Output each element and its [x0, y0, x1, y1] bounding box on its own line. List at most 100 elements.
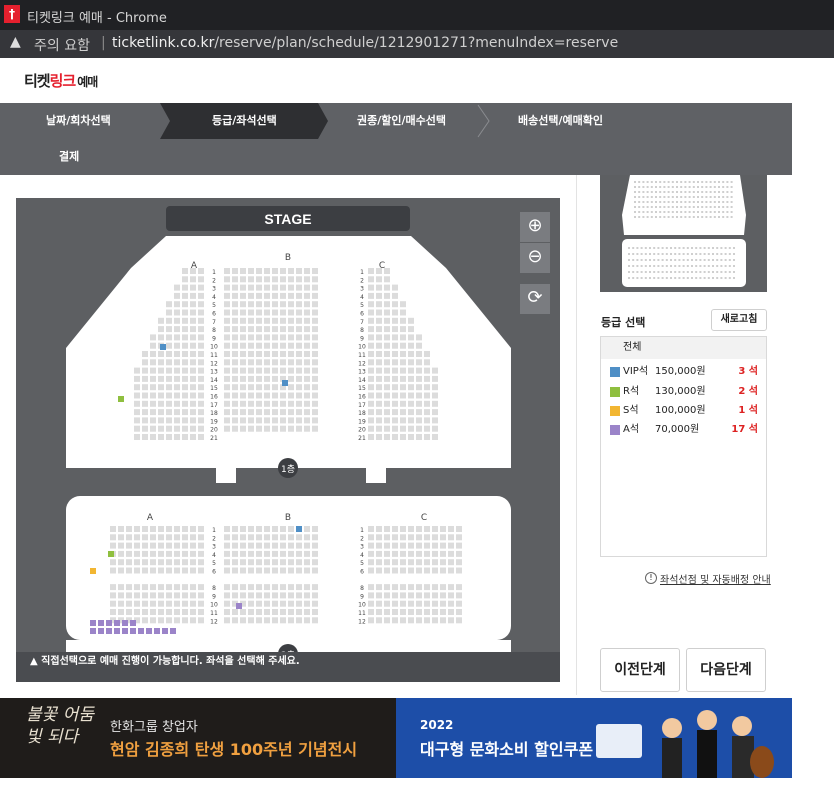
seat	[456, 600, 462, 607]
seat	[384, 292, 390, 299]
grade-row-a[interactable]: A석 70,000원 17 석	[601, 421, 766, 439]
seat	[198, 284, 204, 291]
seat	[384, 400, 390, 407]
seat	[296, 542, 302, 549]
refresh-button[interactable]: 새로고침	[711, 309, 767, 331]
seat	[182, 567, 188, 574]
seat	[240, 326, 246, 333]
seat	[376, 317, 382, 324]
seat	[448, 542, 454, 549]
seat-map[interactable]: STAGE 1층 2층 ABC1122334455667788991010111…	[16, 198, 560, 682]
seat	[190, 276, 196, 283]
seat	[432, 550, 438, 557]
seat	[280, 326, 286, 333]
seat	[272, 284, 278, 291]
seat	[126, 609, 132, 615]
seat	[392, 317, 398, 324]
seat	[118, 559, 124, 566]
warning-icon[interactable]: ▲	[10, 34, 21, 50]
seat	[150, 425, 156, 432]
seat	[190, 392, 196, 399]
zoom-in-icon[interactable]: ⊕	[520, 212, 550, 242]
seat	[232, 268, 238, 274]
grade-row-r[interactable]: R석 130,000원 2 석	[601, 383, 766, 401]
grade-count: 3 석	[738, 366, 758, 377]
zoom-out-icon[interactable]: ⊖	[520, 243, 550, 273]
seat	[456, 617, 462, 624]
seat	[150, 392, 156, 399]
seat	[190, 559, 196, 566]
seat	[280, 559, 286, 566]
seat	[240, 425, 246, 432]
mini-map[interactable]	[600, 175, 767, 292]
next-step-button[interactable]: 다음단계	[686, 648, 766, 692]
seat	[166, 317, 172, 324]
security-status[interactable]: 주의 요함	[34, 35, 90, 55]
row-label: 5	[360, 302, 364, 309]
seat	[432, 584, 438, 591]
seat	[224, 417, 230, 424]
refresh-icon[interactable]: ⟳	[520, 284, 550, 314]
seat	[408, 434, 414, 440]
seat	[224, 609, 230, 615]
seat	[158, 375, 164, 382]
seat	[158, 326, 164, 333]
seat	[240, 567, 246, 574]
seat	[368, 559, 374, 566]
seat	[280, 317, 286, 324]
seat	[264, 425, 270, 432]
prev-step-button[interactable]: 이전단계	[600, 648, 680, 692]
seat	[224, 276, 230, 283]
seat	[232, 550, 238, 557]
seat	[224, 409, 230, 416]
seat	[408, 600, 414, 607]
logo-part1: 티켓	[24, 72, 51, 90]
grade-row-vip[interactable]: VIP석 150,000원 3 석	[601, 363, 766, 381]
seat	[170, 628, 176, 634]
seat	[400, 584, 406, 591]
seat	[272, 342, 278, 349]
seat	[166, 351, 172, 357]
address-bar[interactable]: ▲ 주의 요함 | ticketlink.co.kr/reserve/plan/…	[0, 30, 834, 58]
row-label: 14	[358, 377, 366, 384]
seat	[384, 417, 390, 424]
url-text[interactable]: ticketlink.co.kr/reserve/plan/schedule/1…	[112, 35, 618, 51]
seat	[158, 392, 164, 399]
seat	[240, 550, 246, 557]
ticketlink-logo[interactable]: 티켓링크 예매	[24, 70, 98, 91]
seat	[376, 309, 382, 316]
seat	[280, 526, 286, 532]
seat-guide-link[interactable]: 좌석선점 및 자동배정 안내	[660, 571, 771, 586]
seat	[296, 592, 302, 599]
banner-coupon[interactable]: 2022 대구형 문화소비 할인쿠폰	[396, 698, 792, 778]
seat	[134, 384, 140, 391]
section-label: A	[147, 513, 154, 523]
seat	[384, 384, 390, 391]
seat	[368, 434, 374, 440]
row-label: 18	[358, 410, 366, 417]
grade-all[interactable]: 전체	[601, 337, 766, 359]
seat	[272, 375, 278, 382]
seat	[392, 542, 398, 549]
seat	[288, 550, 294, 557]
banner-exhibition[interactable]: 불꽃 어둠빛 되다 한화그룹 창업자 현암 김종희 탄생 100주년 기념전시	[0, 698, 396, 778]
seat	[150, 567, 156, 574]
seat	[150, 526, 156, 532]
seat	[408, 609, 414, 615]
seat	[110, 609, 116, 615]
seat-map-canvas[interactable]: STAGE 1층 2층 ABC1122334455667788991010111…	[16, 198, 560, 682]
seat	[296, 334, 302, 341]
seat	[408, 417, 414, 424]
seat	[174, 550, 180, 557]
seat	[158, 534, 164, 541]
seat	[174, 434, 180, 440]
seat	[182, 284, 188, 291]
grade-price: 70,000원	[655, 424, 700, 435]
seat	[142, 609, 148, 615]
seat	[368, 359, 374, 366]
seat	[256, 392, 262, 399]
seat	[448, 534, 454, 541]
seat	[282, 380, 288, 386]
seat	[400, 567, 406, 574]
grade-row-s[interactable]: S석 100,000원 1 석	[601, 402, 766, 420]
